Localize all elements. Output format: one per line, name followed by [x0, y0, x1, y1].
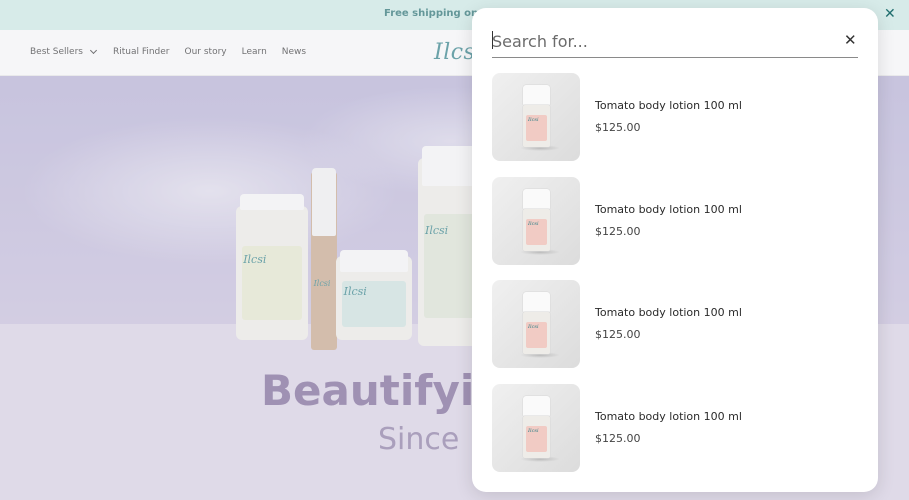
product-name[interactable]: Tomato body lotion 100 ml [595, 203, 742, 216]
product-price: $125.00 [595, 224, 641, 238]
product-price: $125.00 [595, 328, 641, 341]
bottle-image: Ilcsi [523, 85, 550, 147]
product-brand: Ilcsi [528, 427, 539, 434]
close-icon[interactable]: ✕ [844, 32, 857, 48]
product-name[interactable]: Tomato body lotion 100 ml [595, 99, 742, 112]
list-item[interactable]: Ilcsi Tomato body lotion 100 ml $125.00 [492, 176, 858, 265]
product-price: $125.00 [595, 431, 641, 445]
product-thumbnail[interactable]: Ilcsi [492, 73, 580, 161]
product-brand: Ilcsi [528, 220, 539, 227]
list-item[interactable]: Ilcsi Tomato body lotion 100 ml $125.00 [492, 280, 858, 368]
product-price: $125.00 [595, 121, 641, 134]
search-bar: ✕ [492, 26, 858, 58]
bottle-image: Ilcsi [523, 292, 550, 354]
search-input[interactable] [492, 28, 822, 54]
text-cursor [492, 31, 493, 49]
search-results: Ilcsi Tomato body lotion 100 ml $125.00 … [492, 73, 858, 487]
product-brand: Ilcsi [528, 324, 539, 330]
bottle-image: Ilcsi [523, 188, 550, 251]
list-item[interactable]: Ilcsi Tomato body lotion 100 ml $125.00 [492, 73, 858, 161]
product-thumbnail[interactable]: Ilcsi [492, 280, 580, 368]
product-name[interactable]: Tomato body lotion 100 ml [595, 306, 742, 319]
list-item[interactable]: Ilcsi Tomato body lotion 100 ml $125.00 [492, 383, 858, 472]
close-icon[interactable]: ✕ [884, 6, 896, 22]
product-name[interactable]: Tomato body lotion 100 ml [595, 410, 742, 423]
product-brand: Ilcsi [528, 117, 539, 123]
bottle-image: Ilcsi [523, 395, 550, 458]
product-thumbnail[interactable]: Ilcsi [492, 176, 580, 265]
product-thumbnail[interactable]: Ilcsi [492, 383, 580, 472]
search-modal: ✕ Ilcsi Tomato body lotion 100 ml $125.0… [472, 8, 878, 492]
